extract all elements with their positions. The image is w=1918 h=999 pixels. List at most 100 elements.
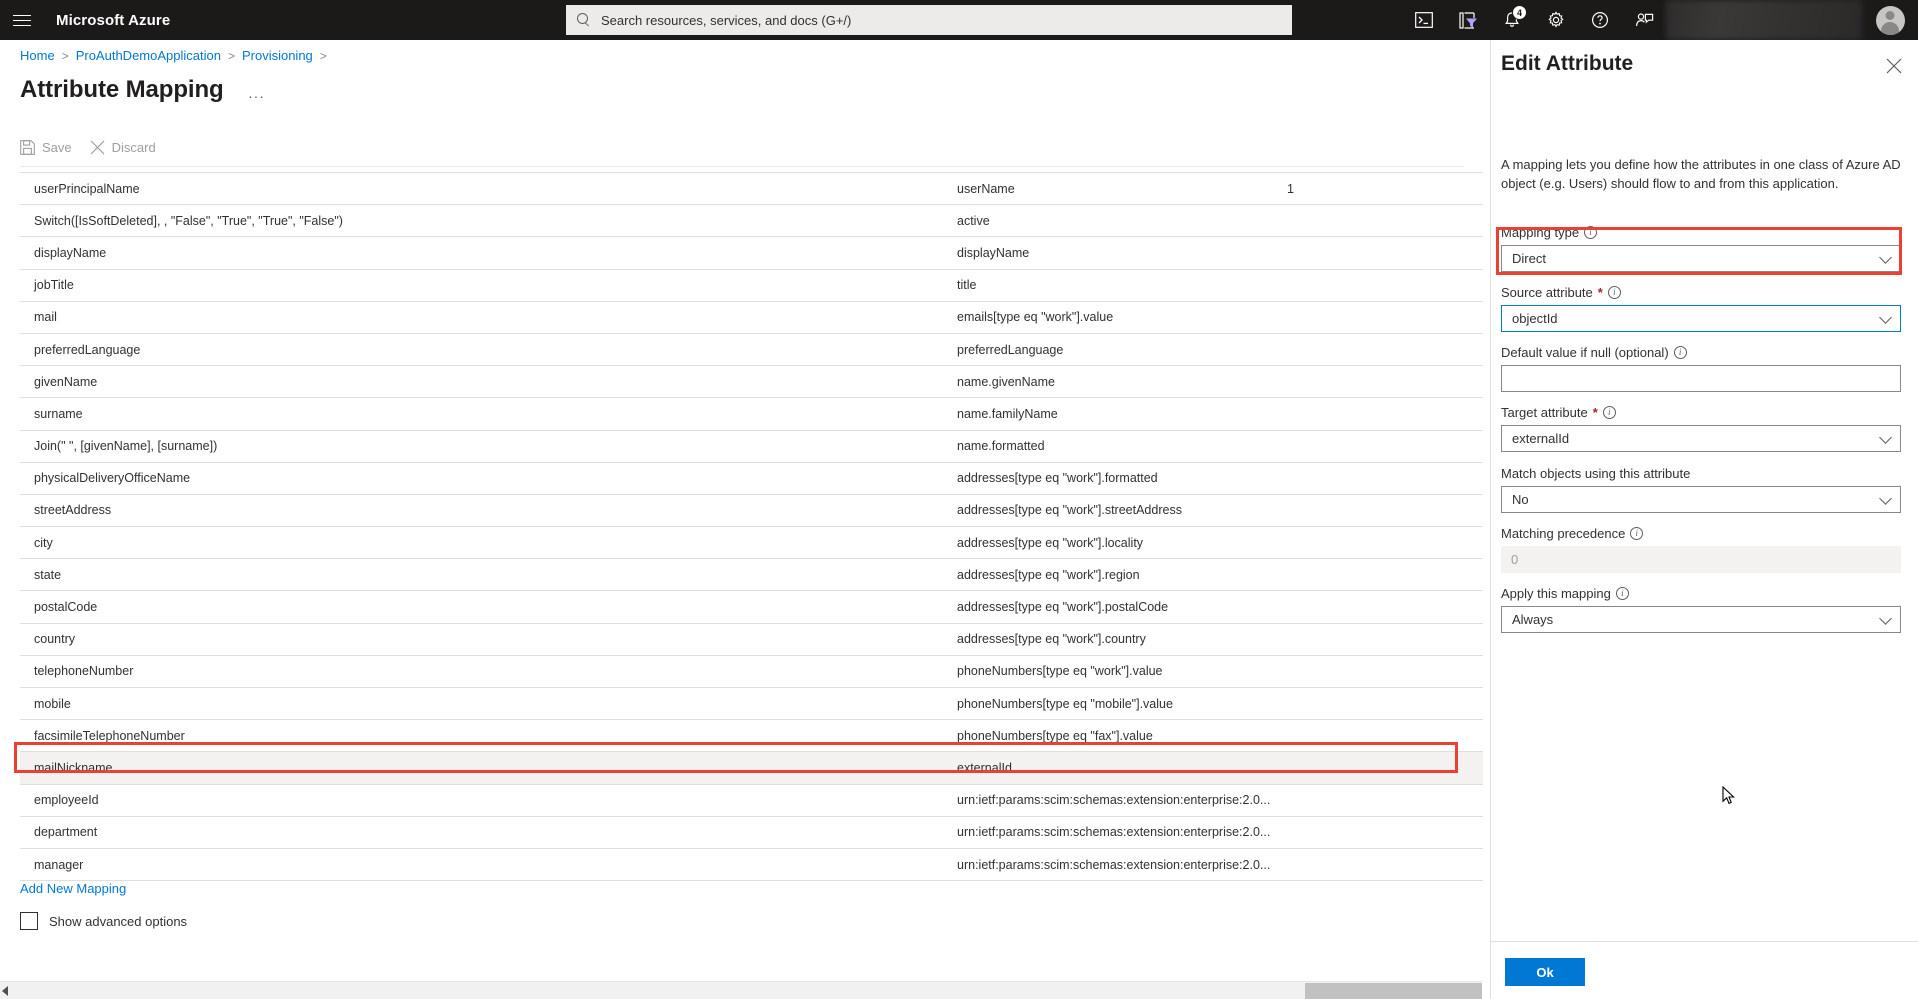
target-attribute-select[interactable]: externalId	[1501, 425, 1901, 452]
table-row[interactable]: givenNamename.givenName	[20, 366, 1483, 398]
cell-source-attribute: facsimileTelephoneNumber	[20, 729, 957, 743]
table-row[interactable]: surnamename.familyName	[20, 398, 1483, 430]
info-icon[interactable]: i	[1616, 587, 1629, 600]
info-icon[interactable]: i	[1630, 527, 1643, 540]
user-account-button[interactable]	[1862, 0, 1918, 40]
horizontal-scrollbar[interactable]	[0, 981, 1482, 999]
page-more-actions-icon[interactable]: ···	[248, 88, 265, 104]
target-attribute-label: Target attribute	[1501, 405, 1588, 420]
cell-target-attribute: urn:ietf:params:scim:schemas:extension:e…	[957, 858, 1287, 872]
table-row[interactable]: postalCodeaddresses[type eq "work"].post…	[20, 591, 1483, 623]
info-icon[interactable]: i	[1608, 286, 1621, 299]
discard-button[interactable]: Discard	[90, 140, 156, 155]
settings-gear-icon[interactable]	[1534, 0, 1578, 40]
notification-count-badge: 4	[1512, 5, 1527, 20]
apply-mapping-select[interactable]: Always	[1501, 606, 1901, 633]
cell-target-attribute: phoneNumbers[type eq "work"].value	[957, 664, 1287, 678]
table-row[interactable]: telephoneNumberphoneNumbers[type eq "wor…	[20, 656, 1483, 688]
table-row[interactable]: employeeIdurn:ietf:params:scim:schemas:e…	[20, 785, 1483, 817]
table-row[interactable]: mailemails[type eq "work"].value	[20, 302, 1483, 334]
mapping-type-label-row: Mapping type i	[1501, 225, 1901, 240]
table-row[interactable]: Switch([IsSoftDeleted], , "False", "True…	[20, 205, 1483, 237]
tenant-name-blurred	[1666, 0, 1862, 40]
cell-source-attribute: telephoneNumber	[20, 664, 957, 678]
table-row[interactable]: departmenturn:ietf:params:scim:schemas:e…	[20, 817, 1483, 849]
table-row[interactable]: displayNamedisplayName	[20, 237, 1483, 269]
table-row[interactable]: Join(" ", [givenName], [surname])name.fo…	[20, 431, 1483, 463]
directory-filter-icon[interactable]	[1446, 0, 1490, 40]
cell-source-attribute: jobTitle	[20, 278, 957, 292]
search-input[interactable]	[599, 12, 1282, 29]
show-advanced-options-label: Show advanced options	[49, 914, 187, 929]
required-asterisk: *	[1593, 405, 1598, 420]
target-attribute-label-row: Target attribute * i	[1501, 405, 1901, 420]
azure-brand-label[interactable]: Microsoft Azure	[56, 12, 170, 29]
table-row[interactable]: userPrincipalNameuserName1	[20, 173, 1483, 205]
chevron-down-icon	[1879, 311, 1892, 324]
default-value-input[interactable]	[1501, 365, 1901, 392]
cell-source-attribute: state	[20, 568, 957, 582]
breadcrumb-item-provisioning[interactable]: Provisioning	[242, 48, 313, 63]
required-asterisk: *	[1598, 285, 1603, 300]
table-row[interactable]: jobTitletitle	[20, 270, 1483, 302]
show-advanced-options-row[interactable]: Show advanced options	[20, 912, 187, 930]
attribute-mapping-table: userPrincipalNameuserName1Switch([IsSoft…	[20, 172, 1483, 881]
match-objects-select[interactable]: No	[1501, 486, 1901, 513]
apply-mapping-value: Always	[1512, 612, 1553, 627]
cell-target-attribute: urn:ietf:params:scim:schemas:extension:e…	[957, 825, 1287, 839]
table-row[interactable]: cityaddresses[type eq "work"].locality	[20, 527, 1483, 559]
cloud-shell-icon[interactable]	[1402, 0, 1446, 40]
table-row[interactable]: countryaddresses[type eq "work"].country	[20, 624, 1483, 656]
mapping-type-select[interactable]: Direct	[1501, 245, 1901, 272]
cell-target-attribute: externalId	[957, 761, 1287, 775]
cell-target-attribute: active	[957, 214, 1287, 228]
horizontal-scrollbar-thumb[interactable]	[1305, 983, 1482, 999]
target-attribute-value: externalId	[1512, 431, 1569, 446]
cell-target-attribute: addresses[type eq "work"].formatted	[957, 471, 1287, 485]
add-new-mapping-link[interactable]: Add New Mapping	[20, 881, 126, 896]
close-icon[interactable]	[1884, 56, 1904, 76]
field-target-attribute: Target attribute * i externalId	[1501, 405, 1901, 452]
source-attribute-select[interactable]: objectId	[1501, 305, 1901, 332]
header-icon-group: 4	[1402, 0, 1918, 40]
info-icon[interactable]: i	[1603, 406, 1616, 419]
field-apply-mapping: Apply this mapping i Always	[1501, 586, 1901, 633]
table-row[interactable]: streetAddressaddresses[type eq "work"].s…	[20, 495, 1483, 527]
cell-target-attribute: addresses[type eq "work"].postalCode	[957, 600, 1287, 614]
discard-label: Discard	[112, 140, 156, 155]
hamburger-icon[interactable]	[0, 0, 44, 40]
global-search[interactable]	[566, 5, 1292, 35]
feedback-smiley-icon[interactable]	[1622, 0, 1666, 40]
save-button[interactable]: Save	[20, 140, 72, 155]
table-row[interactable]: mailNicknameexternalId	[20, 752, 1483, 784]
table-row[interactable]: stateaddresses[type eq "work"].region	[20, 559, 1483, 591]
chevron-down-icon	[1879, 251, 1892, 264]
match-objects-label: Match objects using this attribute	[1501, 466, 1690, 481]
table-row[interactable]: physicalDeliveryOfficeNameaddresses[type…	[20, 463, 1483, 495]
cell-target-attribute: name.givenName	[957, 375, 1287, 389]
table-row[interactable]: mobilephoneNumbers[type eq "mobile"].val…	[20, 688, 1483, 720]
edit-attribute-panel: Edit Attribute A mapping lets you define…	[1490, 40, 1918, 999]
field-source-attribute: Source attribute * i objectId	[1501, 285, 1901, 332]
table-row[interactable]: preferredLanguagepreferredLanguage	[20, 334, 1483, 366]
cell-target-attribute: displayName	[957, 246, 1287, 260]
table-row[interactable]: facsimileTelephoneNumberphoneNumbers[typ…	[20, 720, 1483, 752]
info-icon[interactable]: i	[1674, 346, 1687, 359]
show-advanced-options-checkbox[interactable]	[20, 912, 38, 930]
breadcrumb-item-application[interactable]: ProAuthDemoApplication	[76, 48, 221, 63]
notifications-bell-icon[interactable]: 4	[1490, 0, 1534, 40]
table-row[interactable]: managerurn:ietf:params:scim:schemas:exte…	[20, 849, 1483, 881]
info-icon[interactable]: i	[1584, 226, 1597, 239]
cell-target-attribute: emails[type eq "work"].value	[957, 310, 1287, 324]
cell-target-attribute: phoneNumbers[type eq "fax"].value	[957, 729, 1287, 743]
save-label: Save	[42, 140, 72, 155]
cell-target-attribute: userName	[957, 182, 1287, 196]
ok-button[interactable]: Ok	[1505, 958, 1585, 986]
global-header: Microsoft Azure 4	[0, 0, 1918, 40]
breadcrumb-item-home[interactable]: Home	[20, 48, 55, 63]
default-value-label: Default value if null (optional)	[1501, 345, 1669, 360]
help-question-icon[interactable]	[1578, 0, 1622, 40]
field-default-value: Default value if null (optional) i	[1501, 345, 1901, 392]
scroll-left-arrow-icon[interactable]	[2, 986, 8, 996]
cell-source-attribute: surname	[20, 407, 957, 421]
